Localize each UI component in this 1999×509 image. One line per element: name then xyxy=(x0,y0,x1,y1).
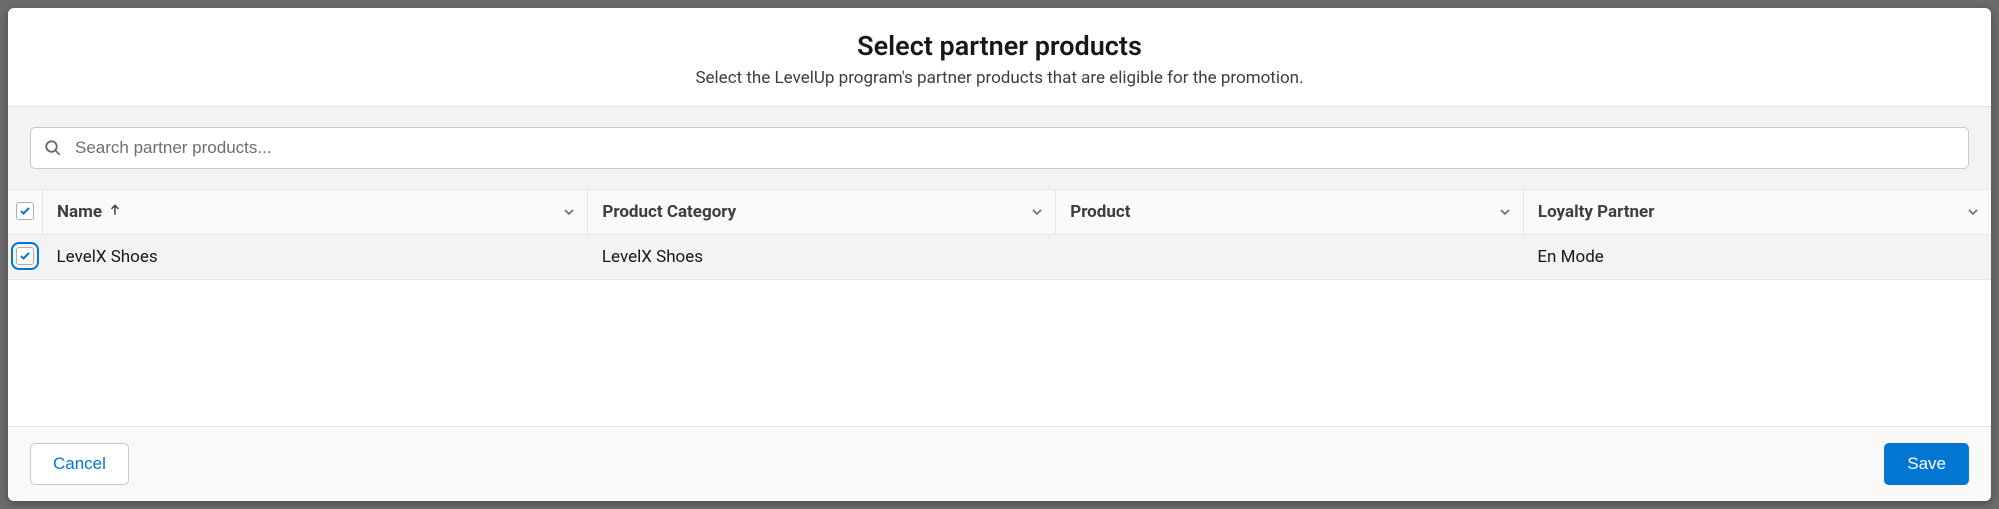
search-input[interactable] xyxy=(30,127,1969,169)
row-checkbox[interactable] xyxy=(16,247,34,265)
modal-footer: Cancel Save xyxy=(8,426,1991,501)
save-button[interactable]: Save xyxy=(1884,443,1969,485)
column-header-product[interactable]: Product xyxy=(1056,190,1524,235)
modal-title: Select partner products xyxy=(28,30,1971,62)
sort-ascending-icon xyxy=(108,202,122,222)
table-row[interactable]: LevelX Shoes LevelX Shoes En Mode xyxy=(8,235,1991,280)
column-header-category[interactable]: Product Category xyxy=(588,190,1056,235)
modal-header: Select partner products Select the Level… xyxy=(8,8,1991,107)
column-header-select-all[interactable] xyxy=(8,190,43,235)
cancel-button[interactable]: Cancel xyxy=(30,443,129,485)
cell-name: LevelX Shoes xyxy=(43,235,588,280)
chevron-down-icon[interactable] xyxy=(561,204,577,220)
chevron-down-icon[interactable] xyxy=(1965,204,1981,220)
column-label: Name xyxy=(57,202,102,222)
chevron-down-icon[interactable] xyxy=(1029,204,1045,220)
column-label: Product xyxy=(1070,202,1130,222)
cell-partner: En Mode xyxy=(1523,235,1991,280)
chevron-down-icon[interactable] xyxy=(1497,204,1513,220)
modal-subtitle: Select the LevelUp program's partner pro… xyxy=(28,68,1971,88)
column-label: Loyalty Partner xyxy=(1538,202,1655,222)
select-partner-products-modal: Select partner products Select the Level… xyxy=(8,8,1991,501)
cell-product xyxy=(1056,235,1524,280)
cell-category: LevelX Shoes xyxy=(588,235,1056,280)
search-section xyxy=(8,107,1991,189)
products-table: Name Product Category xyxy=(8,189,1991,280)
column-header-name[interactable]: Name xyxy=(43,190,588,235)
column-header-partner[interactable]: Loyalty Partner xyxy=(1523,190,1991,235)
search-icon xyxy=(44,139,62,157)
column-label: Product Category xyxy=(602,202,736,222)
select-all-checkbox[interactable] xyxy=(16,202,34,220)
